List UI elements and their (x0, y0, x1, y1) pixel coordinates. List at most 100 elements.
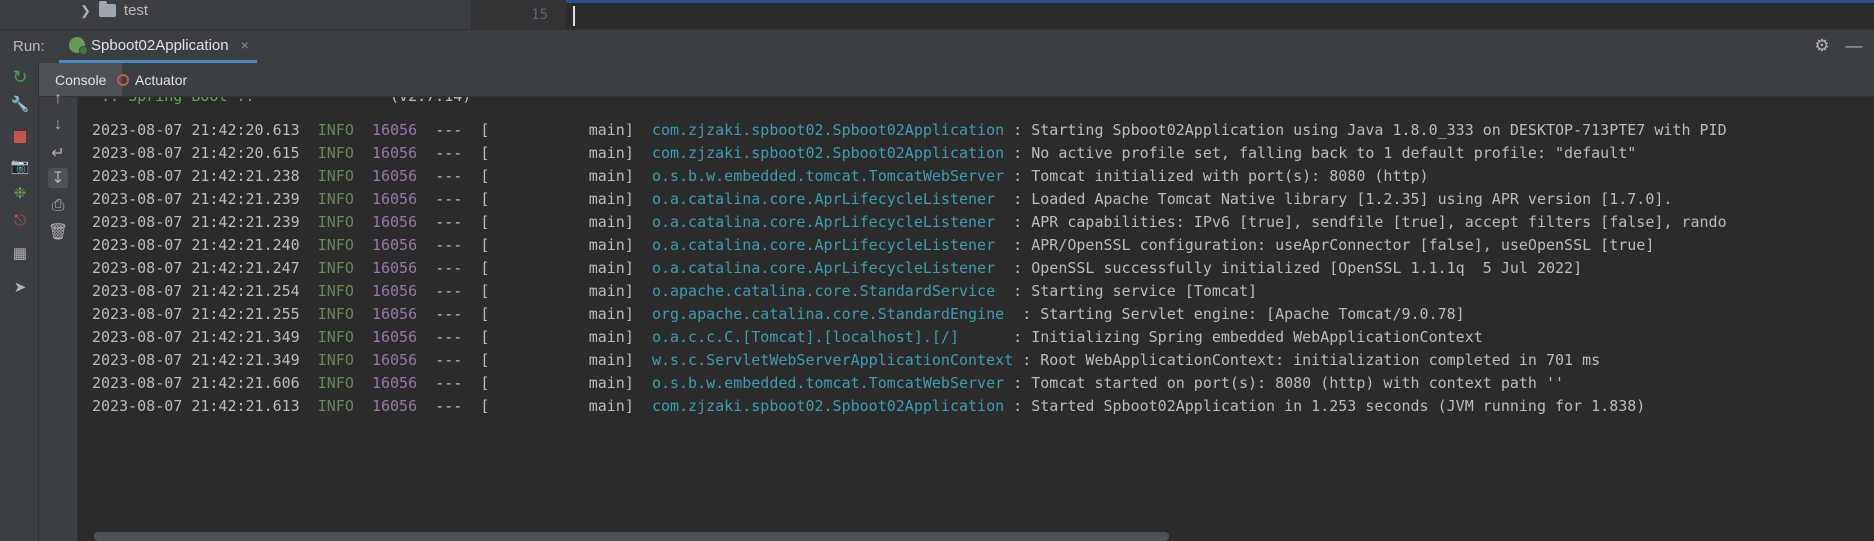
log-message: : Starting Spboot02Application using Jav… (1004, 121, 1727, 139)
log-logger: org.apache.catalina.core.StandardEngine (651, 305, 1014, 323)
log-timestamp: 2023-08-07 21:42:20.613 (92, 121, 300, 139)
log-line: 2023-08-07 21:42:21.239 INFO 16056 --- [… (92, 213, 1727, 231)
log-thread: --- [ main] (435, 121, 634, 139)
log-thread: --- [ main] (435, 397, 634, 415)
log-thread: --- [ main] (435, 213, 634, 231)
log-timestamp: 2023-08-07 21:42:21.255 (92, 305, 300, 323)
log-logger: o.s.b.w.embedded.tomcat.TomcatWebServer (651, 167, 1005, 185)
log-pid: 16056 (371, 144, 418, 162)
banner-name: :: Spring Boot :: (92, 97, 264, 105)
log-line: 2023-08-07 21:42:21.349 INFO 16056 --- [… (92, 351, 1600, 369)
minimize-icon[interactable]: — (1844, 36, 1864, 56)
log-line: 2023-08-07 21:42:21.254 INFO 16056 --- [… (92, 282, 1257, 300)
log-logger: o.a.catalina.core.AprLifecycleListener (651, 236, 1005, 254)
console-tabs: Console Actuator (39, 63, 1874, 97)
soft-wrap-icon[interactable]: ↵ (48, 143, 68, 163)
log-pid: 16056 (371, 282, 418, 300)
log-line: 2023-08-07 21:42:21.247 INFO 16056 --- [… (92, 259, 1582, 277)
scroll-to-end-icon[interactable]: ↧ (48, 168, 68, 188)
run-tab-spboot02application[interactable]: Spboot02Application × (59, 30, 257, 63)
run-actions-sidebar: ↻ 🔧 📷 ❉ ⎋ ▦ ➤ (0, 63, 39, 541)
log-timestamp: 2023-08-07 21:42:21.254 (92, 282, 300, 300)
tab-console-label: Console (55, 71, 107, 88)
log-level: INFO (317, 167, 354, 185)
arrow-down-icon[interactable]: ↓ (48, 115, 68, 135)
log-pid: 16056 (371, 351, 418, 369)
log-logger: o.a.c.c.C.[Tomcat].[localhost].[/] (651, 328, 1005, 346)
log-message: : APR capabilities: IPv6 [true], sendfil… (1004, 213, 1727, 231)
log-thread: --- [ main] (435, 328, 634, 346)
exit-icon[interactable]: ⎋ (10, 210, 30, 230)
log-timestamp: 2023-08-07 21:42:20.615 (92, 144, 300, 162)
log-timestamp: 2023-08-07 21:42:21.239 (92, 213, 300, 231)
tab-actuator[interactable]: Actuator (117, 63, 187, 96)
log-level: INFO (317, 351, 354, 369)
print-icon[interactable]: ⎙ (48, 196, 68, 216)
log-logger: w.s.c.ServletWebServerApplicationContext (651, 351, 1014, 369)
tab-actuator-label: Actuator (135, 71, 188, 88)
rerun-icon[interactable]: ↻ (10, 67, 30, 87)
log-line: 2023-08-07 21:42:21.613 INFO 16056 --- [… (92, 397, 1645, 415)
log-thread: --- [ main] (435, 305, 634, 323)
log-logger: com.zjzaki.spboot02.Spboot02Application (651, 144, 1005, 162)
top-strip: ❯ test 15 (0, 0, 1874, 29)
log-line: 2023-08-07 21:42:21.255 INFO 16056 --- [… (92, 305, 1465, 323)
log-logger: o.a.catalina.core.AprLifecycleListener (651, 213, 1005, 231)
log-thread: --- [ main] (435, 236, 634, 254)
log-line: 2023-08-07 21:42:21.606 INFO 16056 --- [… (92, 374, 1564, 392)
actuator-icon (117, 73, 129, 86)
log-level: INFO (317, 259, 354, 277)
layout-icon[interactable]: ▦ (10, 243, 30, 263)
log-logger: com.zjzaki.spboot02.Spboot02Application (651, 397, 1005, 415)
banner-version: (v2.7.14) (390, 97, 471, 105)
log-timestamp: 2023-08-07 21:42:21.613 (92, 397, 300, 415)
log-level: INFO (317, 213, 354, 231)
debug-icon[interactable]: ❉ (10, 183, 30, 203)
close-icon[interactable]: × (241, 37, 249, 53)
horizontal-scrollbar[interactable] (94, 532, 1169, 541)
log-message: : Root WebApplicationContext: initializa… (1013, 351, 1601, 369)
pin-icon[interactable]: ➤ (10, 277, 30, 297)
line-number: 15 (531, 7, 548, 23)
chevron-right-icon[interactable]: ❯ (80, 3, 91, 19)
log-pid: 16056 (371, 121, 418, 139)
spring-boot-icon (69, 37, 88, 55)
log-logger: o.a.catalina.core.AprLifecycleListener (651, 259, 1005, 277)
console-output[interactable]: :: Spring Boot :: (v2.7.14) 2023-08-07 2… (78, 97, 1874, 541)
log-thread: --- [ main] (435, 282, 634, 300)
log-timestamp: 2023-08-07 21:42:21.240 (92, 236, 300, 254)
log-message: : Tomcat initialized with port(s): 8080 … (1004, 167, 1429, 185)
log-pid: 16056 (371, 397, 418, 415)
log-pid: 16056 (371, 236, 418, 254)
project-tree-panel: ❯ test (0, 0, 471, 29)
stop-icon[interactable] (10, 127, 30, 147)
log-timestamp: 2023-08-07 21:42:21.349 (92, 328, 300, 346)
log-message: : Starting service [Tomcat] (1004, 282, 1258, 300)
log-line: 2023-08-07 21:42:21.239 INFO 16056 --- [… (92, 190, 1672, 208)
gear-icon[interactable]: ⚙ (1812, 36, 1832, 56)
log-level: INFO (317, 144, 354, 162)
tree-item-test[interactable]: ❯ test (80, 1, 148, 19)
wrench-icon[interactable]: 🔧 (10, 94, 30, 114)
log-logger: o.s.b.w.embedded.tomcat.TomcatWebServer (651, 374, 1005, 392)
log-logger: o.a.catalina.core.AprLifecycleListener (651, 190, 1005, 208)
folder-icon (98, 1, 116, 17)
log-thread: --- [ main] (435, 351, 634, 369)
camera-icon[interactable]: 📷 (10, 156, 30, 176)
log-pid: 16056 (371, 374, 418, 392)
log-message: : Initializing Spring embedded WebApplic… (1004, 328, 1483, 346)
log-thread: --- [ main] (435, 144, 634, 162)
log-timestamp: 2023-08-07 21:42:21.239 (92, 190, 300, 208)
log-thread: --- [ main] (435, 167, 634, 185)
arrow-up-icon[interactable]: ↑ (48, 89, 68, 109)
log-level: INFO (317, 282, 354, 300)
editor-highlight (566, 0, 1874, 3)
trash-icon[interactable]: 🗑 (48, 222, 68, 242)
log-pid: 16056 (371, 305, 418, 323)
log-timestamp: 2023-08-07 21:42:21.606 (92, 374, 300, 392)
log-level: INFO (317, 236, 354, 254)
log-thread: --- [ main] (435, 374, 634, 392)
log-message: : No active profile set, falling back to… (1004, 144, 1637, 162)
log-pid: 16056 (371, 259, 418, 277)
log-timestamp: 2023-08-07 21:42:21.238 (92, 167, 300, 185)
